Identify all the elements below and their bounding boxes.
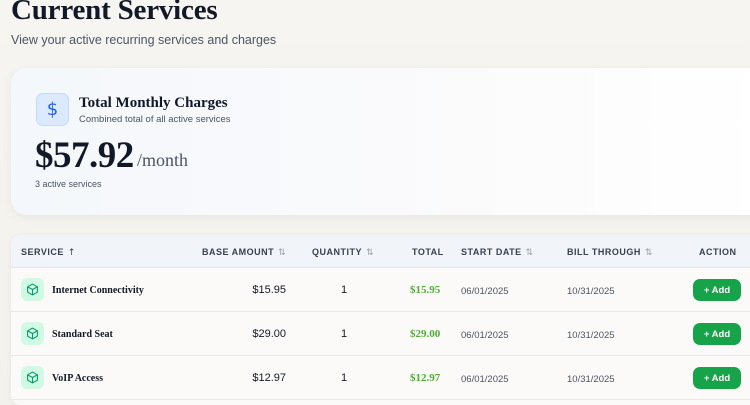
service-name: Internet Connectivity <box>52 285 144 296</box>
services-table: SERVICE ↑ BASE AMOUNT ⇅ QUANTITY ⇅ TOTAL ST… <box>11 235 750 405</box>
sort-ascending-icon[interactable]: ↑ <box>68 248 76 258</box>
column-label: TOTAL <box>412 247 444 257</box>
table-row: Internet Connectivity $15.95 1 $15.95 06… <box>11 268 750 312</box>
add-button[interactable]: + Add <box>693 323 741 345</box>
service-name: Standard Seat <box>52 329 113 340</box>
column-header-start-date[interactable]: START DATE ⇅ <box>461 247 534 258</box>
page-title: Current Services <box>11 0 218 26</box>
column-label: SERVICE <box>21 247 64 257</box>
add-button[interactable]: + Add <box>693 367 741 389</box>
total-amount: $57.92 <box>35 135 134 176</box>
row-total: $15.95 <box>410 284 441 296</box>
add-button[interactable]: + Add <box>693 279 741 301</box>
bill-through-date: 10/31/2025 <box>567 286 615 297</box>
base-amount: $15.95 <box>252 284 286 296</box>
row-total: $12.97 <box>410 372 441 384</box>
active-services-count: 3 active services <box>35 179 102 189</box>
bill-through-date: 10/31/2025 <box>567 374 615 385</box>
summary-description: Combined total of all active services <box>79 114 231 125</box>
table-row: VoIP Access $12.97 1 $12.97 06/01/2025 1… <box>11 356 750 400</box>
column-label: QUANTITY <box>312 247 362 257</box>
page-subtitle: View your active recurring services and … <box>11 33 277 47</box>
column-header-quantity[interactable]: QUANTITY ⇅ <box>312 247 374 258</box>
sort-icon[interactable]: ⇅ <box>278 248 286 258</box>
package-icon <box>21 366 44 389</box>
row-total: $29.00 <box>410 328 441 340</box>
package-icon <box>21 278 44 301</box>
column-header-total: TOTAL <box>412 247 444 257</box>
base-amount: $29.00 <box>252 328 286 340</box>
summary-heading: Total Monthly Charges <box>79 95 228 111</box>
start-date: 06/01/2025 <box>461 286 509 297</box>
column-label: ACTION <box>699 247 737 257</box>
column-label: START DATE <box>461 247 522 257</box>
column-header-action: ACTION <box>699 247 737 257</box>
quantity: 1 <box>341 328 348 340</box>
base-amount: $12.97 <box>252 372 286 384</box>
table-row: Standard Seat $29.00 1 $29.00 06/01/2025… <box>11 312 750 356</box>
column-header-service[interactable]: SERVICE ↑ <box>21 247 76 258</box>
quantity: 1 <box>341 284 348 296</box>
quantity: 1 <box>341 372 348 384</box>
sort-icon[interactable]: ⇅ <box>366 248 374 258</box>
dollar-icon: $ <box>36 93 69 126</box>
bill-through-date: 10/31/2025 <box>567 330 615 341</box>
monthly-charges-card: $ Total Monthly Charges Combined total o… <box>11 68 750 215</box>
table-header: SERVICE ↑ BASE AMOUNT ⇅ QUANTITY ⇅ TOTAL ST… <box>11 235 750 268</box>
amount-period: /month <box>137 150 189 170</box>
column-header-base-amount[interactable]: BASE AMOUNT ⇅ <box>202 247 286 258</box>
column-header-bill-through[interactable]: BILL THROUGH ⇅ <box>567 247 653 258</box>
start-date: 06/01/2025 <box>461 374 509 385</box>
column-label: BILL THROUGH <box>567 247 641 257</box>
column-label: BASE AMOUNT <box>202 247 275 257</box>
package-icon <box>21 322 44 345</box>
start-date: 06/01/2025 <box>461 330 509 341</box>
service-name: VoIP Access <box>52 373 104 384</box>
sort-icon[interactable]: ⇅ <box>645 248 653 258</box>
sort-icon[interactable]: ⇅ <box>526 248 534 258</box>
